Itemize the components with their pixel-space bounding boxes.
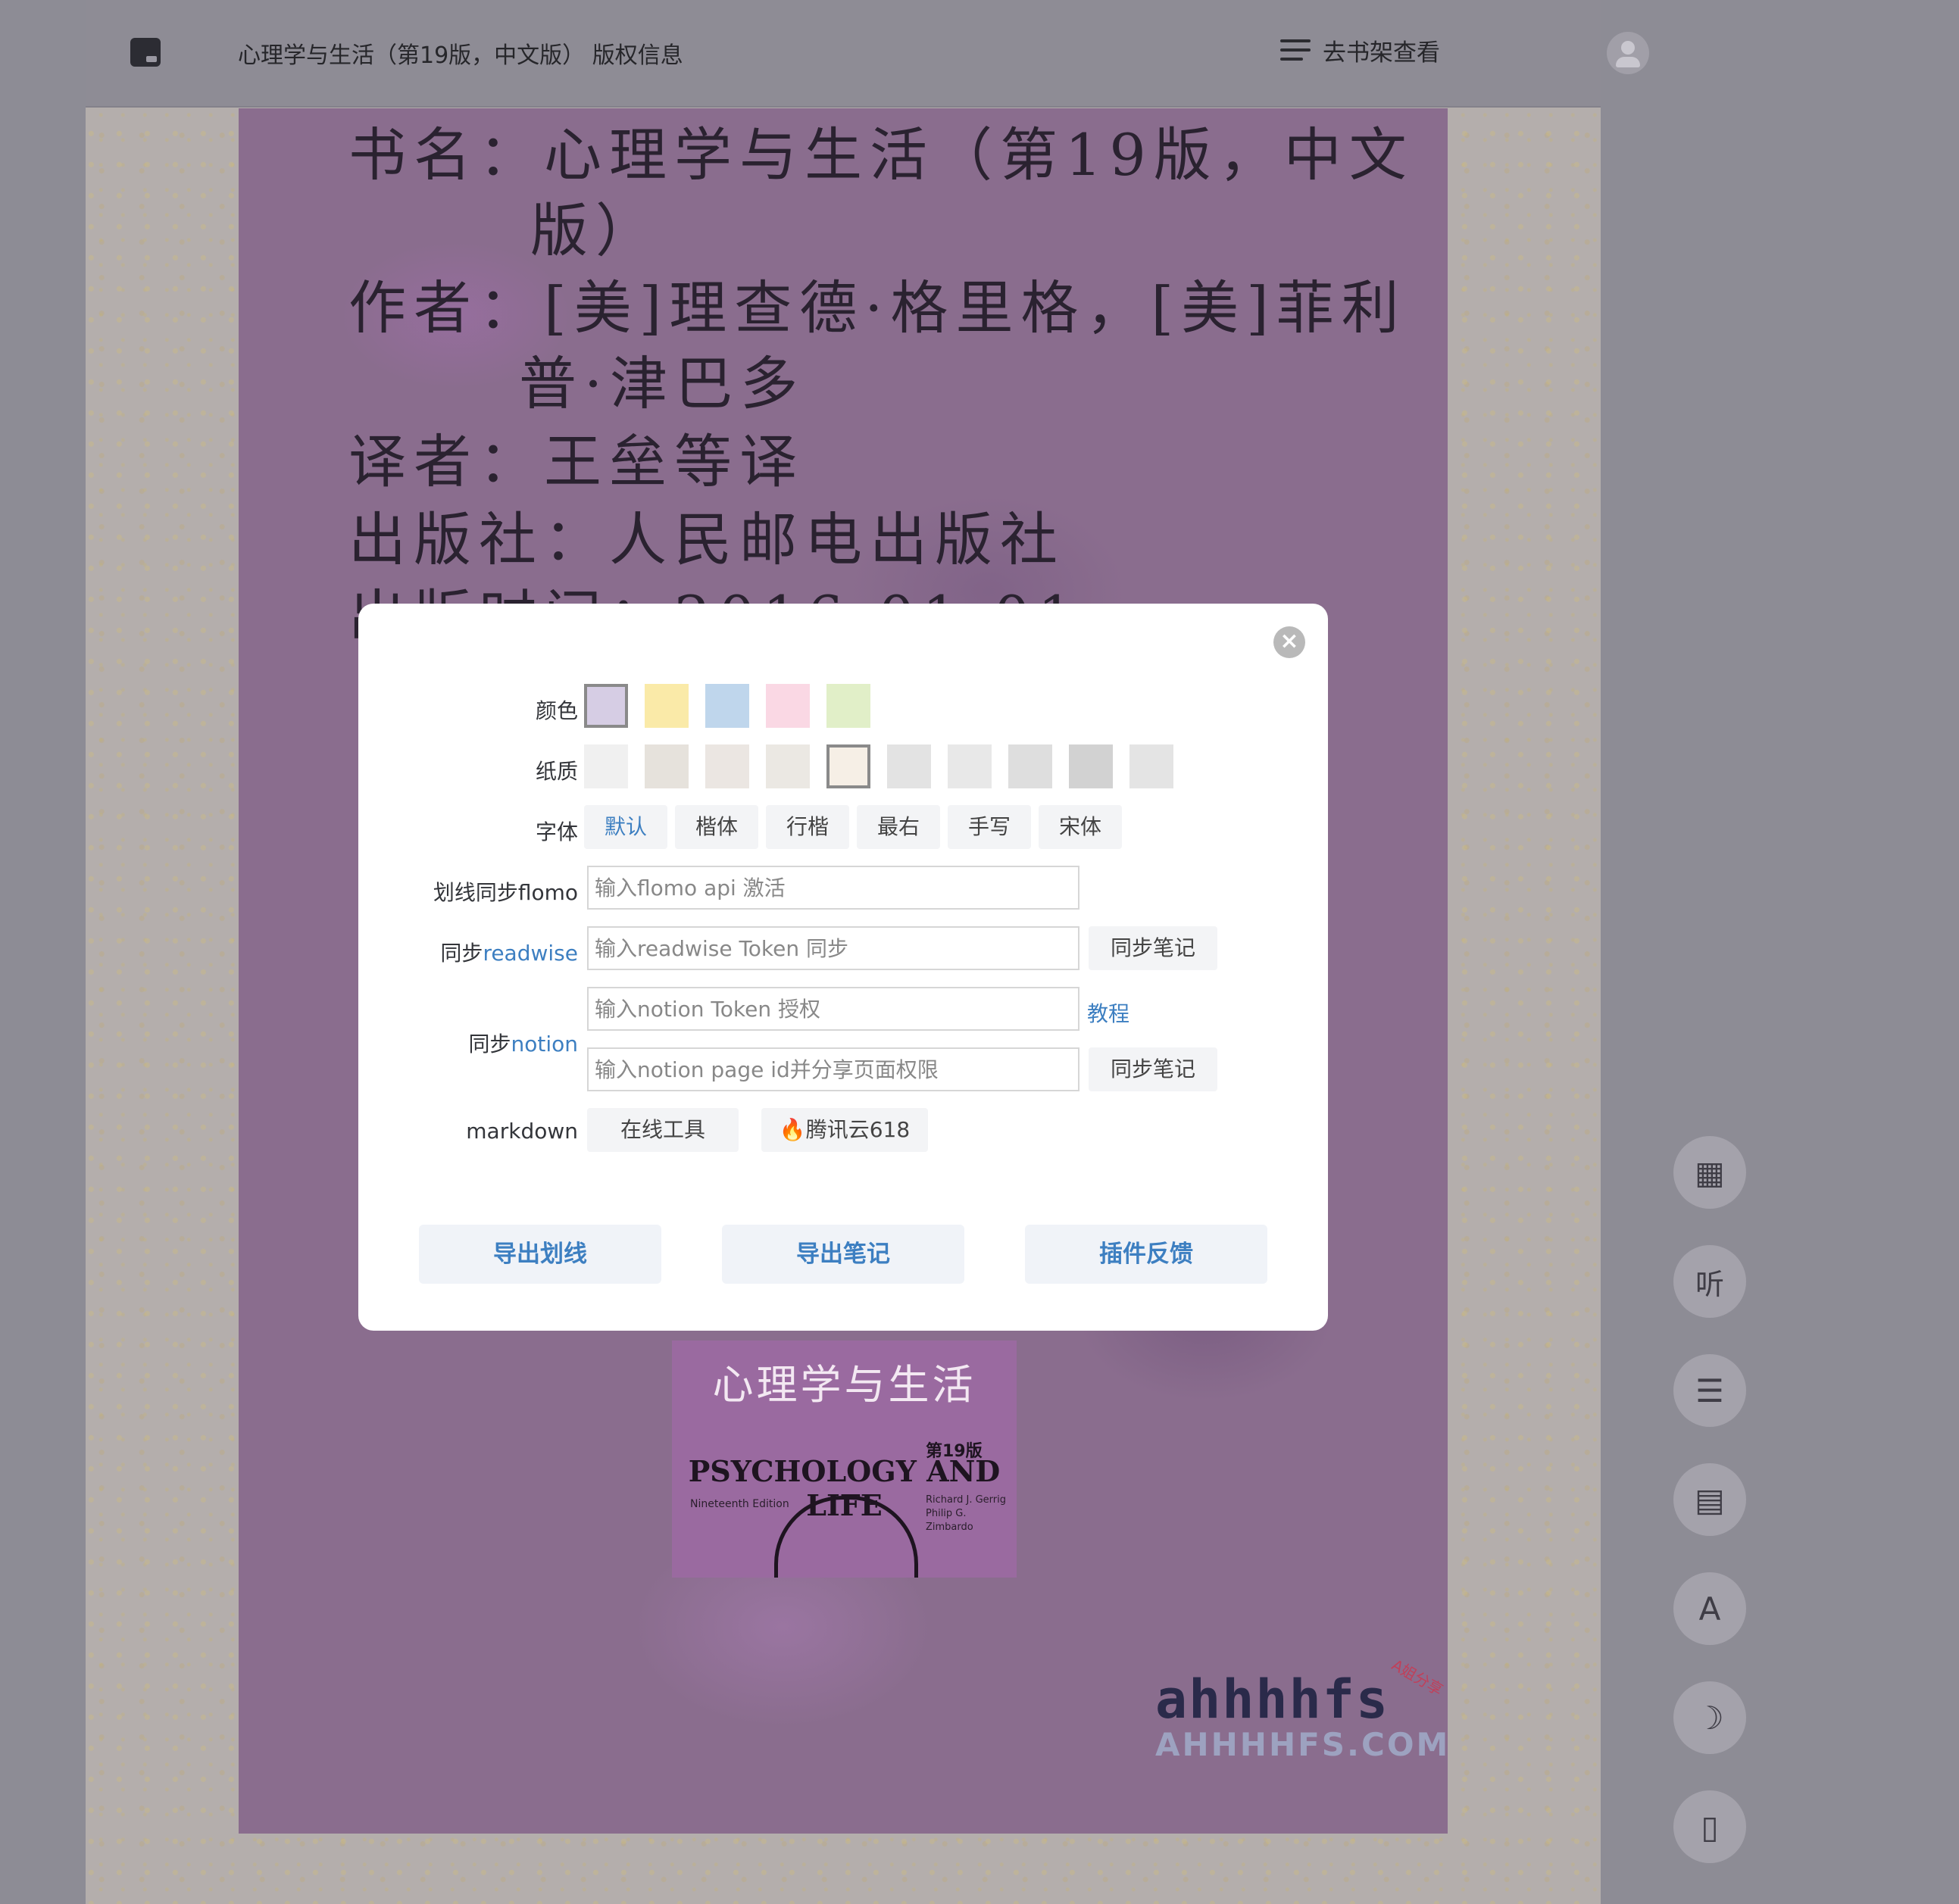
readwise-label: 同步readwise: [358, 937, 578, 967]
book-cover-image: 心理学与生活 第19版 PSYCHOLOGY AND LIFE Nineteen…: [672, 1341, 1017, 1578]
flomo-api-input[interactable]: [587, 866, 1079, 910]
readwise-token-input[interactable]: [587, 926, 1079, 970]
paper-option[interactable]: [766, 744, 810, 788]
notion-label-prefix: 同步: [468, 1032, 511, 1057]
notion-page-id-input[interactable]: [587, 1047, 1079, 1091]
watermark-url: AHHHHFS.COM: [1155, 1726, 1451, 1763]
paper-label: 纸质: [535, 759, 578, 784]
menu-icon[interactable]: ☰: [1673, 1354, 1746, 1427]
user-avatar-icon[interactable]: [1607, 32, 1649, 74]
notion-link[interactable]: notion: [511, 1032, 578, 1057]
notion-tutorial-link[interactable]: 教程: [1087, 997, 1129, 1028]
bookshelf-icon: [1279, 36, 1312, 65]
markdown-label: markdown: [466, 1119, 578, 1144]
paper-option[interactable]: [705, 744, 749, 788]
shelf-label: 去书架查看: [1323, 39, 1440, 67]
paper-option[interactable]: [1129, 744, 1173, 788]
export-highlights-button[interactable]: 导出划线: [419, 1225, 661, 1284]
comment-icon[interactable]: ▤: [1673, 1463, 1746, 1536]
cover-authors: Richard J. Gerrig Philip G. Zimbardo: [926, 1494, 1017, 1534]
readwise-label-prefix: 同步: [440, 941, 483, 966]
tablet-icon[interactable]: ▯: [1673, 1790, 1746, 1863]
settings-modal: × 颜色 纸质 字体 默认 楷体 行楷 最右 手写 宋体 划线同步flomo 同…: [358, 604, 1328, 1331]
font-option-default[interactable]: 默认: [584, 805, 667, 849]
tencent-cloud-promo-button[interactable]: 🔥腾讯云618: [761, 1108, 928, 1152]
markdown-online-tool-button[interactable]: 在线工具: [587, 1108, 739, 1152]
font-icon[interactable]: A: [1673, 1572, 1746, 1645]
font-option-xingkai[interactable]: 行楷: [766, 805, 849, 849]
page-line: 书名：心理学与生活（第19版，中文: [348, 121, 1414, 189]
top-bar: 心理学与生活（第19版，中文版） 版权信息 去书架查看: [86, 0, 1649, 108]
page-line: 译者：王垒等译: [348, 428, 805, 495]
watermark: ahhhhfs A姐分享 AHHHHFS.COM: [1155, 1656, 1451, 1763]
readwise-link[interactable]: readwise: [483, 941, 578, 966]
page-line: 出版社：人民邮电出版社: [348, 506, 1065, 573]
color-swatch-purple[interactable]: [584, 684, 628, 728]
paper-option[interactable]: [1008, 744, 1052, 788]
flomo-label: 划线同步flomo: [433, 880, 578, 905]
grid-icon[interactable]: ▦: [1673, 1136, 1746, 1209]
notion-token-input[interactable]: [587, 987, 1079, 1031]
plugin-feedback-button[interactable]: 插件反馈: [1025, 1225, 1267, 1284]
moon-icon[interactable]: ☽: [1673, 1681, 1746, 1754]
paper-option[interactable]: [1069, 744, 1113, 788]
color-swatch-yellow[interactable]: [645, 684, 689, 728]
color-swatch-pink[interactable]: [766, 684, 810, 728]
book-title[interactable]: 心理学与生活（第19版，中文版） 版权信息: [238, 36, 683, 70]
color-label: 颜色: [535, 698, 578, 723]
page-line: 作者：[美]理查德·格里格，[美]菲利: [348, 274, 1407, 342]
paper-option[interactable]: [887, 744, 931, 788]
page-line: 版）: [530, 197, 661, 264]
paper-option[interactable]: [948, 744, 992, 788]
paper-option[interactable]: [826, 744, 870, 788]
font-option-handwriting[interactable]: 手写: [948, 805, 1031, 849]
font-option-songti[interactable]: 宋体: [1039, 805, 1122, 849]
export-notes-button[interactable]: 导出笔记: [722, 1225, 964, 1284]
color-swatch-blue[interactable]: [705, 684, 749, 728]
go-to-shelf-link[interactable]: 去书架查看: [1279, 33, 1440, 67]
cover-author: Philip G. Zimbardo: [926, 1508, 973, 1533]
font-option-kaiti[interactable]: 楷体: [675, 805, 758, 849]
font-option-zuiyou[interactable]: 最右: [857, 805, 940, 849]
notion-sync-button[interactable]: 同步笔记: [1089, 1047, 1217, 1091]
color-swatch-green[interactable]: [826, 684, 870, 728]
paper-option[interactable]: [645, 744, 689, 788]
readwise-sync-button[interactable]: 同步笔记: [1089, 926, 1217, 970]
page-line: 普·津巴多: [519, 350, 806, 417]
notion-label: 同步notion: [358, 1028, 578, 1058]
listen-icon[interactable]: 听: [1673, 1245, 1746, 1318]
cover-title-cn: 心理学与生活: [712, 1361, 976, 1409]
cover-edition-en: Nineteenth Edition: [690, 1498, 789, 1510]
font-label: 字体: [535, 819, 578, 844]
cover-author: Richard J. Gerrig: [926, 1494, 1006, 1506]
app-logo-icon[interactable]: [130, 38, 161, 67]
close-icon[interactable]: ×: [1273, 626, 1305, 658]
paper-option[interactable]: [584, 744, 628, 788]
